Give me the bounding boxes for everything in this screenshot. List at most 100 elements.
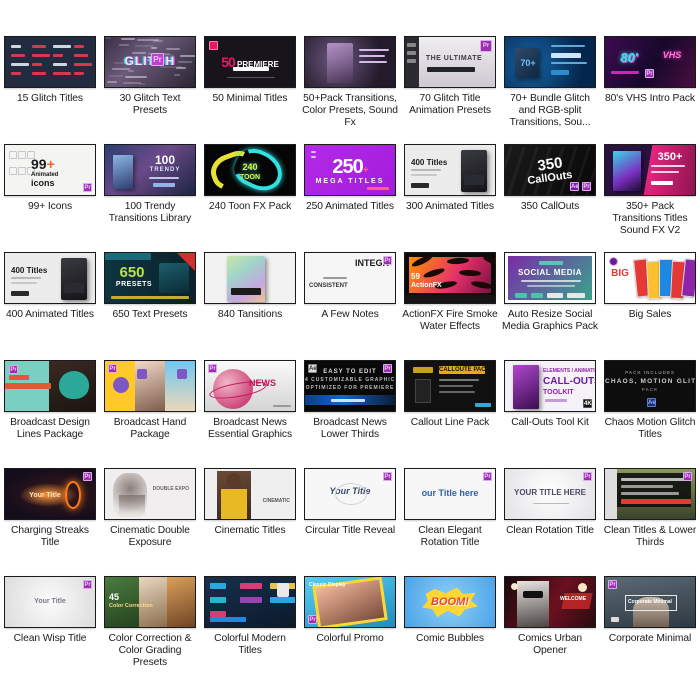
- item-thumbnail[interactable]: Pr: [4, 360, 96, 412]
- item-thumbnail[interactable]: THE ULTIMATE Pr: [404, 36, 496, 88]
- item-label[interactable]: Comics Urban Opener: [502, 633, 598, 657]
- grid-item[interactable]: YOUR TITLE HERE PrClean Rotation Title: [500, 466, 600, 574]
- item-label[interactable]: 240 Toon FX Pack: [202, 201, 298, 213]
- item-label[interactable]: 300 Animated Titles: [402, 201, 498, 213]
- grid-item[interactable]: 45 Color Correction Color Correction & Co…: [100, 574, 200, 682]
- item-thumbnail[interactable]: 99+AnimatediconsPr: [4, 144, 96, 196]
- item-label[interactable]: A Few Notes: [302, 309, 398, 321]
- item-thumbnail[interactable]: BIG: [604, 252, 696, 304]
- item-thumbnail[interactable]: 45 Color Correction: [104, 576, 196, 628]
- item-thumbnail[interactable]: [304, 36, 396, 88]
- item-label[interactable]: 70 Glitch Title Animation Presets: [402, 93, 498, 117]
- item-thumbnail[interactable]: [204, 252, 296, 304]
- grid-item[interactable]: 100 TRENDY 100 Trendy Transitions Librar…: [100, 142, 200, 250]
- grid-item[interactable]: ELEMENTS / ANIMATION CALL-OUTS TOOLKIT 4…: [500, 358, 600, 466]
- grid-item[interactable]: 15 Glitch Titles: [0, 34, 100, 142]
- item-label[interactable]: Broadcast Hand Package: [102, 417, 198, 441]
- grid-item[interactable]: 400 Titles 400 Animated Titles: [0, 250, 100, 358]
- grid-item[interactable]: CALLOUTE PACK Callout Line Pack: [400, 358, 500, 466]
- item-thumbnail[interactable]: INTEGR CONSISTENT Pr: [304, 252, 396, 304]
- item-label[interactable]: Big Sales: [602, 309, 698, 321]
- grid-item[interactable]: 840 Tansitions: [200, 250, 300, 358]
- grid-item[interactable]: Your Title Pr Clean Wisp Title: [0, 574, 100, 682]
- item-label[interactable]: 50+Pack Transitions, Color Presets, Soun…: [302, 93, 398, 128]
- item-label[interactable]: 400 Animated Titles: [2, 309, 98, 321]
- item-label[interactable]: 100 Trendy Transitions Library: [102, 201, 198, 225]
- item-thumbnail[interactable]: YOUR TITLE HERE Pr: [504, 468, 596, 520]
- item-label[interactable]: Charging Streaks Title: [2, 525, 98, 549]
- item-label[interactable]: Clean Elegant Rotation Title: [402, 525, 498, 549]
- item-label[interactable]: ActionFX Fire Smoke Water Effects: [402, 309, 498, 333]
- item-thumbnail[interactable]: 50 PREMIERE: [204, 36, 296, 88]
- item-thumbnail[interactable]: GLITCHPr: [104, 36, 196, 88]
- item-thumbnail[interactable]: Pr: [604, 468, 696, 520]
- item-thumbnail[interactable]: 400 Titles: [4, 252, 96, 304]
- grid-item[interactable]: CINEMATICCinematic Titles: [200, 466, 300, 574]
- grid-item[interactable]: GLITCHPr 30 Glitch Text Presets: [100, 34, 200, 142]
- item-thumbnail[interactable]: our Title here Pr: [404, 468, 496, 520]
- grid-item[interactable]: 70+ 70+ Bundle Glitch and RGB-split Tran…: [500, 34, 600, 142]
- grid-item[interactable]: Colorful Modern Titles: [200, 574, 300, 682]
- item-label[interactable]: 30 Glitch Text Presets: [102, 93, 198, 117]
- item-thumbnail[interactable]: Your Title Pr: [4, 468, 96, 520]
- grid-item[interactable]: Pr Broadcast Design Lines Package: [0, 358, 100, 466]
- grid-item[interactable]: EASY TO EDIT 4 CUSTOMIZABLE GRAPHICS OPT…: [300, 358, 400, 466]
- item-thumbnail[interactable]: Pr: [104, 360, 196, 412]
- item-label[interactable]: Comic Bubbles: [402, 633, 498, 645]
- item-label[interactable]: Auto Resize Social Media Graphics Pack: [502, 309, 598, 333]
- item-label[interactable]: Cinematic Double Exposure: [102, 525, 198, 549]
- grid-item[interactable]: our Title here Pr Clean Elegant Rotation …: [400, 466, 500, 574]
- item-thumbnail[interactable]: 80' VHS Pr: [604, 36, 696, 88]
- grid-item[interactable]: NEWS Pr Broadcast News Essential Graphic…: [200, 358, 300, 466]
- item-thumbnail[interactable]: [204, 576, 296, 628]
- grid-item[interactable]: Your Title PrCircular Title Reveal: [300, 466, 400, 574]
- item-thumbnail[interactable]: ELEMENTS / ANIMATION CALL-OUTS TOOLKIT 4…: [504, 360, 596, 412]
- item-label[interactable]: Clean Wisp Title: [2, 633, 98, 645]
- item-thumbnail[interactable]: 350CallOutsAePr: [504, 144, 596, 196]
- item-thumbnail[interactable]: 100 TRENDY: [104, 144, 196, 196]
- item-thumbnail[interactable]: 250+ MEGA TITLES: [304, 144, 396, 196]
- item-thumbnail[interactable]: NEWS Pr: [204, 360, 296, 412]
- grid-item[interactable]: 350+ 350+ Pack Transitions Titles Sound …: [600, 142, 700, 250]
- grid-item[interactable]: 80' VHS Pr 80's VHS Intro Pack: [600, 34, 700, 142]
- item-label[interactable]: Broadcast News Essential Graphics: [202, 417, 298, 441]
- item-thumbnail[interactable]: 59ActionFX: [404, 252, 496, 304]
- item-thumbnail[interactable]: EASY TO EDIT 4 CUSTOMIZABLE GRAPHICS OPT…: [304, 360, 396, 412]
- item-thumbnail[interactable]: PACK INCLUDES CHAOS, MOTION GLITCH TITLE…: [604, 360, 696, 412]
- item-thumbnail[interactable]: SOCIAL MEDIA: [504, 252, 596, 304]
- item-label[interactable]: 50 Minimal Titles: [202, 93, 298, 105]
- item-thumbnail[interactable]: 240TOON: [204, 144, 296, 196]
- item-thumbnail[interactable]: 70+: [504, 36, 596, 88]
- item-thumbnail[interactable]: CALLOUTE PACK: [404, 360, 496, 412]
- item-thumbnail[interactable]: Corporate Minimal Pr: [604, 576, 696, 628]
- grid-item[interactable]: DOUBLE EXPO Cinematic Double Exposure: [100, 466, 200, 574]
- item-thumbnail[interactable]: WELCOME: [504, 576, 596, 628]
- item-thumbnail[interactable]: 350+: [604, 144, 696, 196]
- item-label[interactable]: 15 Glitch Titles: [2, 93, 98, 105]
- grid-item[interactable]: 59ActionFX ActionFX Fire Smoke Water Effe…: [400, 250, 500, 358]
- item-label[interactable]: 350+ Pack Transitions Titles Sound FX V2: [602, 201, 698, 236]
- grid-item[interactable]: 99+AnimatediconsPr99+ Icons: [0, 142, 100, 250]
- item-thumbnail[interactable]: Your Title Pr: [4, 576, 96, 628]
- item-label[interactable]: 250 Animated Titles: [302, 201, 398, 213]
- icon-grid[interactable]: 15 Glitch Titles GLITCHPr 30 Glitch Text P…: [0, 0, 700, 682]
- item-label[interactable]: Call-Outs Tool Kit: [502, 417, 598, 429]
- item-label[interactable]: Color Correction & Color Grading Presets: [102, 633, 198, 668]
- item-thumbnail[interactable]: DOUBLE EXPO: [104, 468, 196, 520]
- grid-item[interactable]: THE ULTIMATE Pr 70 Glitch Title Animation…: [400, 34, 500, 142]
- grid-item[interactable]: 400 Titles 300 Animated Titles: [400, 142, 500, 250]
- item-thumbnail[interactable]: CINEMATIC: [204, 468, 296, 520]
- grid-item[interactable]: BOOM! Comic Bubbles: [400, 574, 500, 682]
- grid-item[interactable]: 250+ MEGA TITLES 250 Animated Titles: [300, 142, 400, 250]
- item-label[interactable]: Broadcast News Lower Thirds: [302, 417, 398, 441]
- grid-item[interactable]: Your Title Pr Charging Streaks Title: [0, 466, 100, 574]
- grid-item[interactable]: SOCIAL MEDIA Auto Resize Social Media Gr…: [500, 250, 600, 358]
- item-thumbnail[interactable]: 650 PRESETS: [104, 252, 196, 304]
- item-label[interactable]: 350 CallOuts: [502, 201, 598, 213]
- grid-item[interactable]: 240TOON 240 Toon FX Pack: [200, 142, 300, 250]
- item-label[interactable]: 650 Text Presets: [102, 309, 198, 321]
- item-thumbnail[interactable]: BOOM!: [404, 576, 496, 628]
- grid-item[interactable]: Corporate Minimal Pr Corporate Minimal: [600, 574, 700, 682]
- grid-item[interactable]: PrClean Titles & Lower Thirds: [600, 466, 700, 574]
- item-label[interactable]: 70+ Bundle Glitch and RGB-split Transiti…: [502, 93, 598, 128]
